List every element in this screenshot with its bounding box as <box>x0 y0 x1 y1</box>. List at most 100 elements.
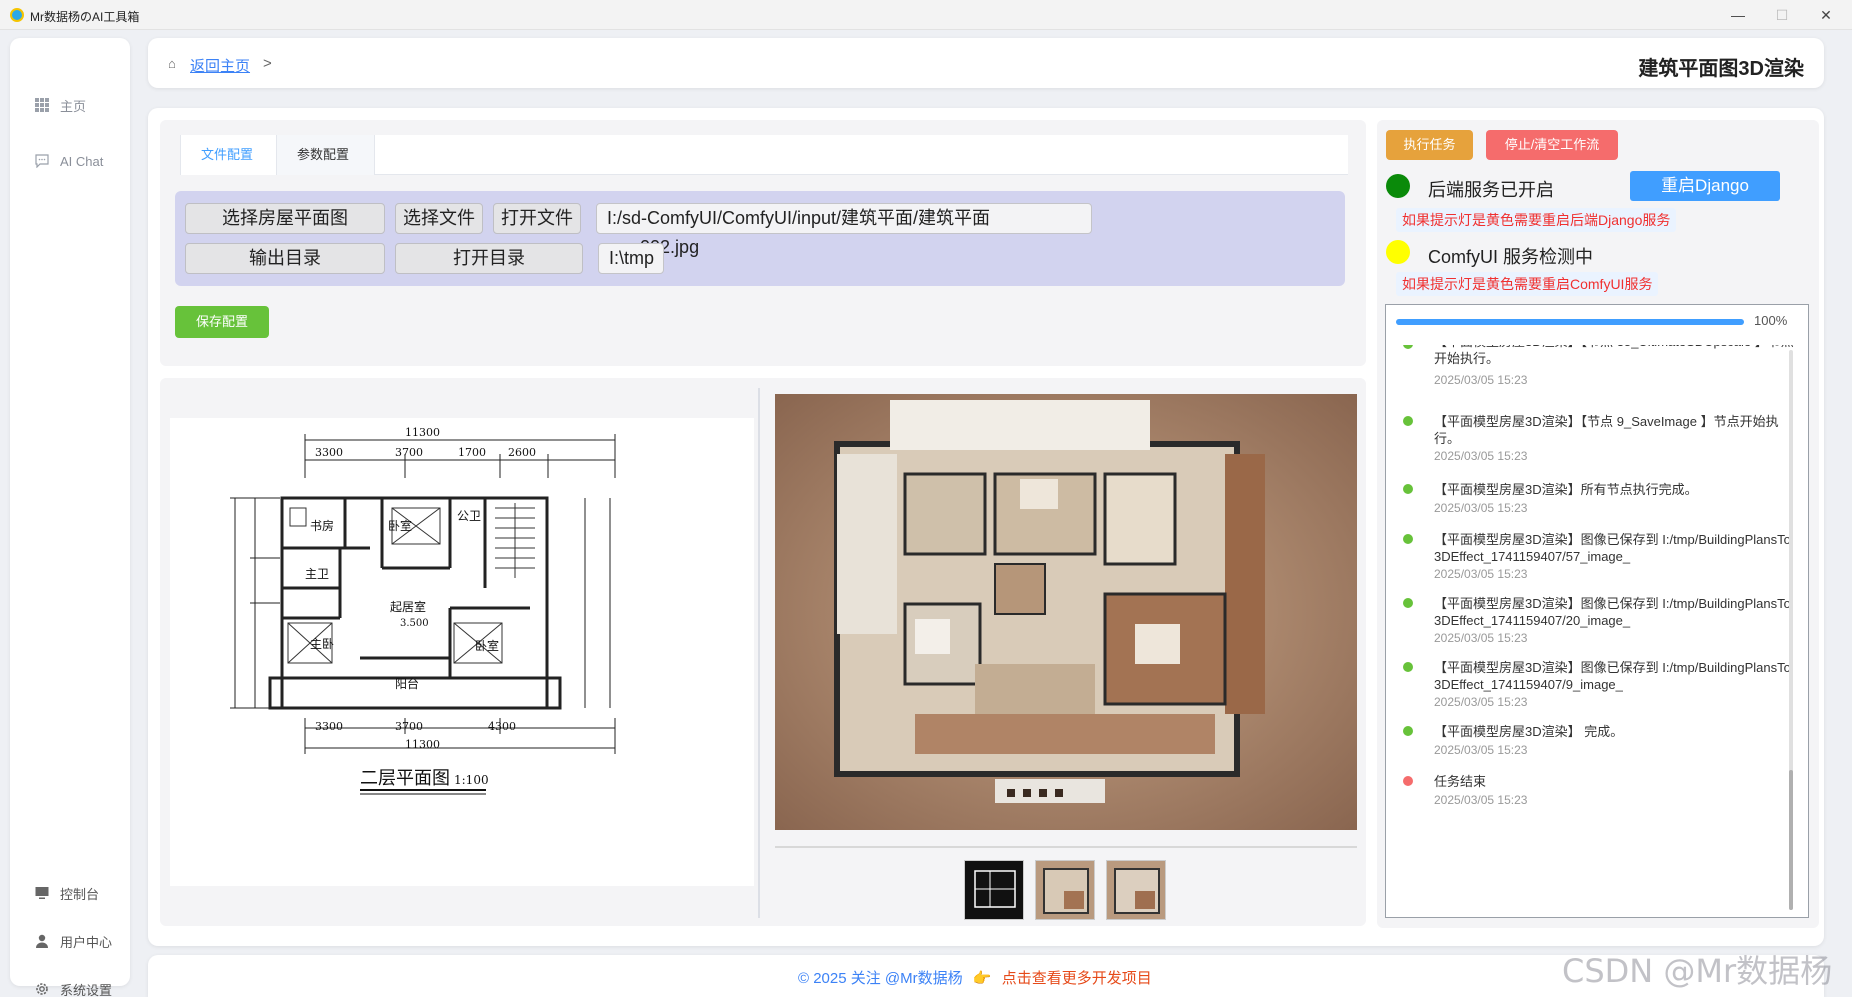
save-config-button[interactable]: 保存配置 <box>175 306 269 338</box>
select-file-button[interactable]: 选择文件 <box>395 203 483 234</box>
log-time: 2025/03/05 15:23 <box>1434 743 1528 757</box>
thumbnail-plan-image[interactable] <box>964 860 1024 920</box>
tab-file-config[interactable]: 文件配置 <box>180 135 277 175</box>
log-status-dot <box>1403 534 1413 544</box>
log-status-dot <box>1403 484 1413 494</box>
plan-room: 卧室 <box>475 638 499 653</box>
log-status-dot <box>1403 598 1413 608</box>
user-icon <box>34 933 50 949</box>
log-message: 【平面模型房屋3D渲染】【节点 9_SaveImage 】节点开始执行。 <box>1434 414 1779 446</box>
sidebar-item-ai-chat[interactable]: AI Chat <box>10 144 130 178</box>
log-message: 任务结束 <box>1434 774 1487 789</box>
plan-room: 卧室 <box>388 518 412 533</box>
restart-django-button[interactable]: 重启Django <box>1630 171 1780 201</box>
plan-dim: 1700 <box>458 446 486 459</box>
sidebar-item-label: 主页 <box>60 98 87 114</box>
output-path-field[interactable]: I:\tmp <box>598 243 664 274</box>
image-divider <box>758 388 760 918</box>
log-time: 2025/03/05 15:23 <box>1434 449 1528 463</box>
app-logo-icon <box>10 8 24 22</box>
thumbnail-render-image[interactable] <box>1035 860 1095 920</box>
log-scrollbar-thumb[interactable] <box>1789 770 1793 910</box>
log-status-dot <box>1403 776 1413 786</box>
task-progress-bar <box>1396 319 1744 325</box>
task-progress-fill <box>1396 319 1744 325</box>
plan-room: 3.500 <box>400 618 429 629</box>
plan-room: 主卫 <box>305 567 329 581</box>
close-button[interactable]: ✕ <box>1806 4 1846 26</box>
log-message: 【平面模型房屋3D渲染】图像已保存到 I:/tmp/BuildingPlansT… <box>1434 596 1791 628</box>
back-home-link[interactable]: 返回主页 <box>190 55 250 76</box>
log-message: 【平面模型房屋3D渲染】图像已保存到 I:/tmp/BuildingPlansT… <box>1434 532 1791 564</box>
open-dir-button[interactable]: 打开目录 <box>395 243 583 274</box>
gear-icon <box>34 981 50 997</box>
plan-dim: 3700 <box>395 720 423 733</box>
tab-param-config[interactable]: 参数配置 <box>277 135 375 175</box>
plan-dim: 11300 <box>405 738 440 751</box>
log-status-dot <box>1403 416 1413 426</box>
minimize-button[interactable]: — <box>1718 4 1758 26</box>
watermark: CSDN @Mr数据杨 <box>1562 952 1833 990</box>
backend-warning-text: 如果提示灯是黄色需要重启后端Django服务 <box>1396 208 1677 232</box>
log-message: 【平面模型房屋3D渲染】图像已保存到 I:/tmp/BuildingPlansT… <box>1434 660 1791 692</box>
thumbnail-render-image[interactable] <box>1106 860 1166 920</box>
sidebar-item-console[interactable]: 控制台 <box>10 876 130 910</box>
log-time: 2025/03/05 15:23 <box>1434 501 1528 515</box>
chat-bubble-icon <box>34 153 50 169</box>
backend-status-light <box>1386 174 1410 198</box>
comfyui-status-text: ComfyUI 服务检测中 <box>1428 247 1594 267</box>
comfyui-status-light <box>1386 240 1410 264</box>
log-time: 2025/03/05 15:23 <box>1434 695 1528 709</box>
log-timeline[interactable]: 【平面模型房屋3D渲染】【节点 35_UltimateSDUpscale 】节点… <box>1386 345 1796 917</box>
plan-room: 书房 <box>310 518 334 533</box>
footer-text: © 2025 关注 @Mr数据杨 👉 点击查看更多开发项目 <box>798 967 1152 988</box>
footer-copyright: © 2025 关注 @Mr数据杨 <box>798 970 963 987</box>
log-scrollbar[interactable] <box>1789 350 1793 910</box>
plan-dim: 3300 <box>315 720 343 733</box>
plan-dim: 4300 <box>488 720 516 733</box>
backend-status-text: 后端服务已开启 <box>1428 180 1554 200</box>
log-time: 2025/03/05 15:23 <box>1434 793 1528 807</box>
stop-clear-workflow-button[interactable]: 停止/清空工作流 <box>1486 130 1618 160</box>
home-icon: ⌂ <box>168 56 176 71</box>
config-tabs: 文件配置 参数配置 <box>180 135 1348 175</box>
execute-task-button[interactable]: 执行任务 <box>1386 130 1473 160</box>
open-file-button[interactable]: 打开文件 <box>493 203 581 234</box>
rendered-3d-image <box>775 394 1357 830</box>
floor-plan-image: 11300 3300 3700 1700 2600 3300 3700 4300… <box>170 418 754 886</box>
sidebar-item-label: AI Chat <box>60 153 104 169</box>
window-titlebar: Mr数据杨のAI工具箱 — ☐ ✕ <box>0 0 1852 30</box>
page-header: ⌂ 返回主页 > 建筑平面图3D渲染 <box>148 38 1824 88</box>
plan-room: 起居室 <box>390 599 426 614</box>
input-path-field[interactable]: I:/sd-ComfyUI/ComfyUI/input/建筑平面/建筑平面_w_… <box>596 203 1092 257</box>
log-time: 2025/03/05 15:23 <box>1434 373 1528 387</box>
plan-caption: 二层平面图 <box>360 768 450 789</box>
plan-dim: 3700 <box>395 446 423 459</box>
select-plan-button[interactable]: 选择房屋平面图 <box>185 203 385 234</box>
log-message: 【平面模型房屋3D渲染】【节点 35_UltimateSDUpscale 】节点… <box>1434 345 1794 366</box>
sidebar: 主页 AI Chat 控制台 用户中心 系统设置 <box>10 38 130 997</box>
plan-dim: 11300 <box>405 426 440 439</box>
plan-dim: 2600 <box>508 446 536 459</box>
sidebar-item-label: 用户中心 <box>60 934 113 950</box>
more-projects-link[interactable]: 点击查看更多开发项目 <box>1002 970 1152 987</box>
plan-dim: 3300 <box>315 446 343 459</box>
sidebar-item-user-center[interactable]: 用户中心 <box>10 924 130 958</box>
sidebar-item-settings[interactable]: 系统设置 <box>10 972 130 997</box>
log-time: 2025/03/05 15:23 <box>1434 567 1528 581</box>
plan-scale: 1:100 <box>454 773 489 787</box>
log-status-dot <box>1403 345 1413 349</box>
task-log-panel: 100% 【平面模型房屋3D渲染】【节点 35_UltimateSDUpscal… <box>1385 304 1809 918</box>
sidebar-item-label: 系统设置 <box>60 982 113 997</box>
task-progress-label: 100% <box>1754 313 1788 328</box>
breadcrumb-separator: > <box>263 55 272 72</box>
log-status-dot <box>1403 662 1413 672</box>
log-time: 2025/03/05 15:23 <box>1434 631 1528 645</box>
maximize-button[interactable]: ☐ <box>1762 4 1802 26</box>
thumbnail-divider <box>775 846 1357 848</box>
window-title: Mr数据杨のAI工具箱 <box>30 10 140 24</box>
sidebar-item-home[interactable]: 主页 <box>10 88 130 122</box>
log-message: 【平面模型房屋3D渲染】所有节点执行完成。 <box>1434 482 1698 497</box>
comfyui-warning-text: 如果提示灯是黄色需要重启ComfyUI服务 <box>1396 272 1659 296</box>
output-dir-button[interactable]: 输出目录 <box>185 243 385 274</box>
